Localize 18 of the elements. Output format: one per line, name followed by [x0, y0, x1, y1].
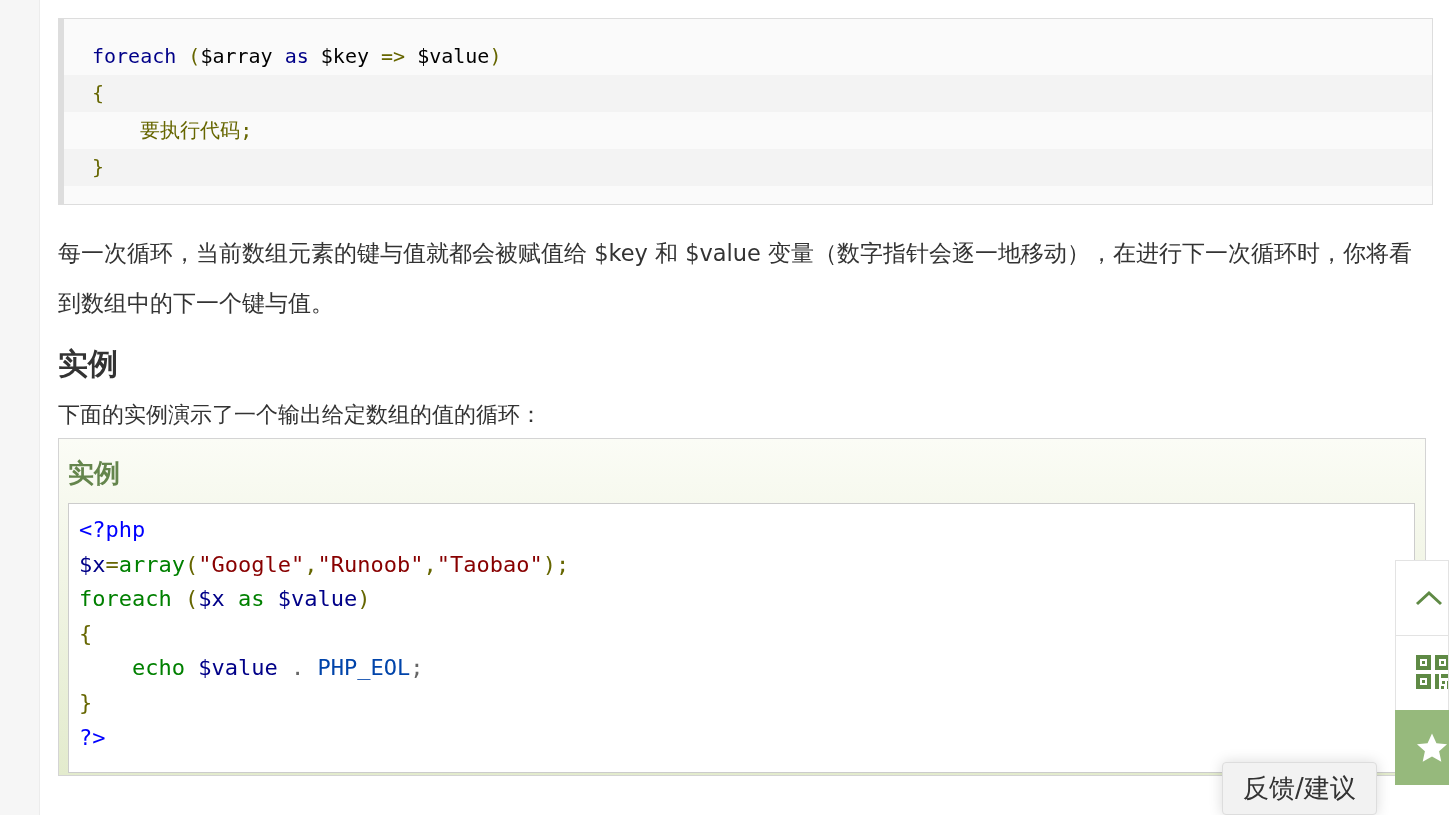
code-line: { — [79, 619, 94, 648]
star-icon — [1415, 732, 1448, 764]
paragraph: 每一次循环，当前数组元素的键与值就都会被赋值给 $key 和 $value 变量（数字指针会逐一地移动），在进行下一次循环时，你将看到数组中的下一个键与值。 — [58, 239, 1414, 318]
back-to-top-icon — [1415, 590, 1443, 606]
qr-code-icon — [1416, 655, 1448, 691]
code-line: foreach ($x as $value) — [79, 585, 372, 614]
paragraph: 下面的实例演示了一个输出给定数组的值的循环： — [58, 401, 543, 429]
section-heading: 实例 — [58, 345, 119, 383]
code-line: $x=array("Google","Runoob","Taobao"); — [79, 550, 571, 579]
code-line: 要执行代码; — [139, 117, 254, 144]
toolbar-button[interactable] — [1395, 710, 1449, 785]
code-line: foreach ($array as $key => $value) — [91, 43, 503, 70]
code-line: echo $value . PHP_EOL; — [130, 654, 425, 683]
code-line: ?> — [79, 723, 107, 752]
code-line: } — [79, 688, 94, 717]
code-line: <?php — [79, 516, 147, 544]
example-title: 实例 — [68, 457, 121, 490]
feedback-button[interactable]: 反馈/建议 — [1222, 762, 1377, 815]
